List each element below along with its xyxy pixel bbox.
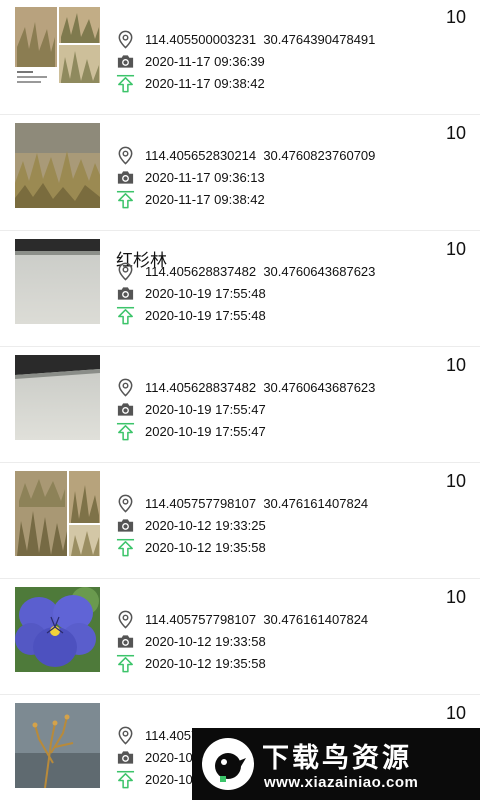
upload-arrow-icon bbox=[116, 306, 135, 325]
capture-time-line: 2020-10-19 17:55:47 bbox=[116, 399, 266, 419]
capture-time-text: 2020-10-19 17:55:47 bbox=[145, 401, 266, 417]
upload-time-line: 2020-11-17 09:38:42 bbox=[116, 189, 265, 209]
record-thumbnail[interactable] bbox=[15, 587, 100, 672]
coordinates-text: 114.405757798107 30.476161407824 bbox=[145, 611, 369, 627]
upload-time-line: 2020-11-17 09:38:42 bbox=[116, 73, 265, 93]
location-pin-icon bbox=[116, 30, 135, 49]
upload-arrow-icon bbox=[116, 770, 135, 789]
coordinates-text: 114.405628837482 30.4760643687623 bbox=[145, 263, 376, 279]
coordinates-text: 114.405652830214 30.4760823760709 bbox=[145, 147, 376, 163]
location-line: 114.405500003231 30.4764390478491 bbox=[116, 29, 375, 49]
record-count: 10 bbox=[445, 587, 466, 607]
upload-time-text: 2020-10 bbox=[145, 771, 193, 787]
record-count: 10 bbox=[445, 355, 466, 375]
camera-icon bbox=[116, 516, 135, 535]
capture-time-line: 2020-11-17 09:36:13 bbox=[116, 167, 265, 187]
upload-time-text: 2020-10-12 19:35:58 bbox=[145, 539, 266, 555]
record-count: 10 bbox=[445, 471, 466, 491]
upload-time-line: 2020-10-12 19:35:58 bbox=[116, 653, 266, 673]
capture-time-line: 2020-10 bbox=[116, 747, 193, 767]
upload-arrow-icon bbox=[116, 190, 135, 209]
capture-time-text: 2020-10-19 17:55:48 bbox=[145, 285, 266, 301]
upload-time-text: 2020-10-19 17:55:47 bbox=[145, 423, 266, 439]
location-line: 114.405757798107 30.476161407824 bbox=[116, 493, 368, 513]
camera-icon bbox=[116, 400, 135, 419]
camera-icon bbox=[116, 52, 135, 71]
upload-arrow-icon bbox=[116, 422, 135, 441]
location-line: 114.405757798107 30.476161407824 bbox=[116, 609, 368, 629]
camera-icon bbox=[116, 284, 135, 303]
location-pin-icon bbox=[116, 378, 135, 397]
record-thumbnail[interactable] bbox=[15, 239, 100, 324]
upload-arrow-icon bbox=[116, 654, 135, 673]
location-line: 114.405628837482 30.4760643687623 bbox=[116, 377, 375, 397]
upload-time-text: 2020-11-17 09:38:42 bbox=[145, 191, 265, 207]
location-pin-icon bbox=[116, 610, 135, 629]
capture-time-text: 2020-11-17 09:36:13 bbox=[145, 169, 265, 185]
record-count: 10 bbox=[445, 239, 466, 259]
record-row[interactable]: 10 114.405757798107 30.476161407824 2020… bbox=[0, 464, 480, 579]
upload-time-text: 2020-11-17 09:38:42 bbox=[145, 75, 265, 91]
capture-time-text: 2020-10-12 19:33:25 bbox=[145, 517, 266, 533]
watermark-banner: 下载鸟资源 www.xiazainiao.com bbox=[192, 728, 480, 800]
coordinates-text: 114.405628837482 30.4760643687623 bbox=[145, 379, 376, 395]
record-thumbnail[interactable] bbox=[15, 7, 100, 92]
coordinates-text: 114.405500003231 30.4764390478491 bbox=[145, 31, 376, 47]
record-thumbnail[interactable] bbox=[15, 123, 100, 208]
upload-time-line: 2020-10-19 17:55:48 bbox=[116, 305, 266, 325]
location-line: 114.405652830214 30.4760823760709 bbox=[116, 145, 375, 165]
coordinates-text: 114.405757798107 30.476161407824 bbox=[145, 495, 369, 511]
location-pin-icon bbox=[116, 146, 135, 165]
camera-icon bbox=[116, 168, 135, 187]
record-row[interactable]: 10 114.405652830214 30.4760823760709 202… bbox=[0, 116, 480, 231]
watermark-url: www.xiazainiao.com bbox=[264, 774, 419, 791]
upload-time-text: 2020-10-19 17:55:48 bbox=[145, 307, 266, 323]
camera-icon bbox=[116, 632, 135, 651]
upload-time-text: 2020-10-12 19:35:58 bbox=[145, 655, 266, 671]
record-thumbnail[interactable] bbox=[15, 355, 100, 440]
record-count: 10 bbox=[445, 7, 466, 27]
record-row[interactable]: 红杉林 10 114.405628837482 30.4760643687623… bbox=[0, 232, 480, 347]
location-pin-icon bbox=[116, 494, 135, 513]
capture-time-text: 2020-10-12 19:33:58 bbox=[145, 633, 266, 649]
record-row[interactable]: 10 114.405757798107 30.476161407824 2020… bbox=[0, 580, 480, 695]
upload-time-line: 2020-10 bbox=[116, 769, 193, 789]
location-pin-icon bbox=[116, 262, 135, 281]
record-thumbnail[interactable] bbox=[15, 471, 100, 556]
upload-arrow-icon bbox=[116, 74, 135, 93]
upload-time-line: 2020-10-12 19:35:58 bbox=[116, 537, 266, 557]
upload-arrow-icon bbox=[116, 538, 135, 557]
upload-time-line: 2020-10-19 17:55:47 bbox=[116, 421, 266, 441]
record-row[interactable]: 10 114.405500003231 30.4764390478491 202… bbox=[0, 0, 480, 115]
bird-logo-icon bbox=[200, 736, 256, 792]
record-count: 10 bbox=[445, 703, 466, 723]
capture-time-text: 2020-11-17 09:36:39 bbox=[145, 53, 265, 69]
capture-time-line: 2020-11-17 09:36:39 bbox=[116, 51, 265, 71]
watermark-title: 下载鸟资源 bbox=[262, 743, 412, 774]
location-pin-icon bbox=[116, 726, 135, 745]
camera-icon bbox=[116, 748, 135, 767]
capture-time-line: 2020-10-19 17:55:48 bbox=[116, 283, 266, 303]
record-row[interactable]: 10 114.405628837482 30.4760643687623 202… bbox=[0, 348, 480, 463]
record-count: 10 bbox=[445, 123, 466, 143]
location-line: 114.405628837482 30.4760643687623 bbox=[116, 261, 375, 281]
capture-time-text: 2020-10 bbox=[145, 749, 193, 765]
capture-time-line: 2020-10-12 19:33:58 bbox=[116, 631, 266, 651]
record-thumbnail[interactable] bbox=[15, 703, 100, 788]
capture-time-line: 2020-10-12 19:33:25 bbox=[116, 515, 266, 535]
